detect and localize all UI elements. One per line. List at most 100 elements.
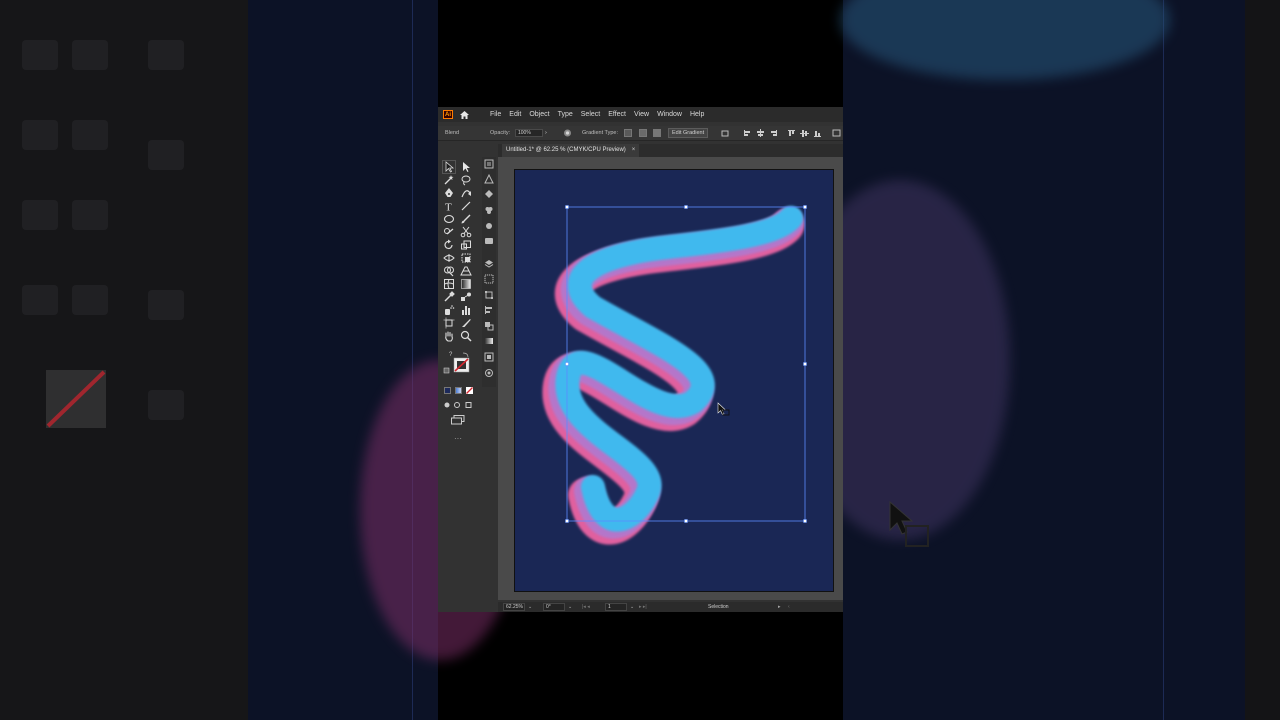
align-panel-icon[interactable] [484, 305, 494, 315]
layers-panel-icon[interactable] [484, 259, 494, 269]
menu-window[interactable]: Window [653, 107, 686, 122]
gradient-panel-icon[interactable] [484, 336, 494, 346]
pathfinder-panel-icon[interactable] [484, 321, 494, 331]
symbols-panel-icon[interactable] [484, 236, 494, 246]
slice-tool-icon[interactable] [460, 317, 472, 329]
rotation-dropdown-icon[interactable]: ⌄ [568, 602, 572, 612]
properties-panel-icon[interactable] [484, 159, 494, 169]
transform-panel-icon[interactable] [484, 290, 494, 300]
ellipse-tool-icon[interactable] [443, 213, 455, 225]
screen-mode-icon[interactable] [451, 415, 465, 425]
draw-mode-icons[interactable] [444, 401, 474, 409]
transparency-panel-icon[interactable] [484, 352, 494, 362]
libraries-panel-icon[interactable] [484, 174, 494, 184]
collapsed-panels [482, 157, 496, 387]
gradient-mode-button[interactable] [455, 387, 462, 394]
color-panel-icon[interactable] [484, 189, 494, 199]
radial-gradient-button[interactable] [639, 129, 647, 137]
align-right-icon[interactable] [769, 129, 778, 137]
pen-tool-icon[interactable] [443, 187, 455, 199]
scale-tool-icon[interactable] [460, 239, 472, 251]
align-top-icon[interactable] [787, 129, 796, 137]
free-transform-icon[interactable] [460, 252, 472, 264]
mesh-tool-icon[interactable] [443, 278, 455, 290]
status-collapse-icon[interactable]: ‹ [788, 602, 790, 612]
magic-wand-icon[interactable] [443, 174, 455, 186]
shaper-tool-icon[interactable] [443, 226, 455, 238]
opacity-arrow-icon[interactable]: › [545, 126, 547, 140]
eyedropper-icon[interactable] [443, 291, 455, 303]
curvature-tool-icon[interactable] [460, 187, 472, 199]
background-tool-ghost [22, 40, 58, 70]
status-menu-arrow-icon[interactable]: ▸ [778, 602, 781, 612]
close-icon[interactable]: × [632, 147, 636, 153]
shape-builder-icon[interactable] [443, 265, 455, 277]
align-to-icon[interactable] [721, 129, 730, 137]
scissors-icon[interactable] [460, 226, 472, 238]
zoom-tool-icon[interactable] [460, 330, 472, 342]
canvas-area[interactable] [498, 157, 843, 600]
menu-help[interactable]: Help [686, 107, 708, 122]
artwork-svg [542, 205, 807, 545]
blend-tool-icon[interactable] [460, 291, 472, 303]
appearance-panel-icon[interactable] [484, 368, 494, 378]
zoom-field[interactable]: 62.25% [503, 603, 525, 611]
svg-text:T: T [445, 202, 452, 213]
edit-toolbar-icon[interactable]: ··· [454, 435, 462, 443]
menu-file[interactable]: File [486, 107, 505, 122]
background-fill-stroke-echo [46, 370, 106, 428]
background-tool-ghost [72, 120, 108, 150]
line-tool-icon[interactable] [460, 200, 472, 212]
swatches-panel-icon[interactable] [484, 205, 494, 215]
gradient-tool-icon[interactable] [460, 278, 472, 290]
illustrator-window: Ai File Edit Object Type Select Effect V… [438, 107, 843, 612]
rotate-tool-icon[interactable] [443, 239, 455, 251]
background-tool-ghost [22, 200, 58, 230]
align-bottom-icon[interactable] [813, 129, 822, 137]
none-mode-button[interactable] [466, 387, 473, 394]
menu-effect[interactable]: Effect [604, 107, 630, 122]
opacity-field[interactable]: 100% [515, 129, 543, 137]
background-panel-ghost [148, 140, 184, 170]
direct-selection-tool-icon[interactable] [460, 161, 472, 173]
align-center-icon[interactable] [756, 129, 765, 137]
color-mode-button[interactable] [444, 387, 451, 394]
column-graph-icon[interactable] [460, 304, 472, 316]
first-artboard-icon[interactable]: |◂ ◂ [582, 602, 590, 612]
menu-view[interactable]: View [630, 107, 653, 122]
menu-edit[interactable]: Edit [505, 107, 525, 122]
menu-object[interactable]: Object [525, 107, 553, 122]
paintbrush-icon[interactable] [460, 213, 472, 225]
width-tool-icon[interactable] [443, 252, 455, 264]
fill-stroke-widget[interactable]: ? [443, 349, 473, 377]
selection-tool-icon[interactable] [442, 160, 456, 174]
artboards-panel-icon[interactable] [484, 274, 494, 284]
linear-gradient-button[interactable] [624, 129, 632, 137]
document-tab[interactable]: Untitled-1* @ 62.25 % (CMYK/CPU Preview)… [502, 144, 640, 157]
brushes-panel-icon[interactable] [484, 221, 494, 231]
home-icon[interactable] [459, 110, 470, 120]
artboard[interactable] [515, 170, 833, 591]
perspective-grid-icon[interactable] [460, 265, 472, 277]
edit-gradient-button[interactable]: Edit Gradient [668, 128, 709, 138]
lasso-icon[interactable] [460, 174, 472, 186]
freeform-gradient-button[interactable] [653, 129, 661, 137]
artboard-tool-icon[interactable] [443, 317, 455, 329]
recolor-artwork-icon[interactable] [563, 129, 572, 137]
zoom-dropdown-icon[interactable]: ⌄ [528, 602, 532, 612]
menu-select[interactable]: Select [577, 107, 604, 122]
rotation-field[interactable]: 0° [543, 603, 565, 611]
menu-items: File Edit Object Type Select Effect View… [486, 107, 708, 122]
menu-type[interactable]: Type [554, 107, 577, 122]
hand-tool-icon[interactable] [443, 330, 455, 342]
status-tool-name: Selection [708, 604, 729, 610]
document-tab-title: Untitled-1* @ 62.25 % (CMYK/CPU Preview) [506, 147, 626, 153]
more-options-icon[interactable] [832, 129, 841, 137]
next-artboard-icon[interactable]: ▸ ▸| [639, 602, 647, 612]
align-middle-icon[interactable] [800, 129, 809, 137]
align-left-icon[interactable] [743, 129, 752, 137]
artboard-dropdown-icon[interactable]: ⌄ [630, 602, 634, 612]
type-tool-icon[interactable]: T [443, 200, 455, 213]
symbol-sprayer-icon[interactable] [443, 304, 455, 316]
artboard-number-field[interactable]: 1 [605, 603, 627, 611]
